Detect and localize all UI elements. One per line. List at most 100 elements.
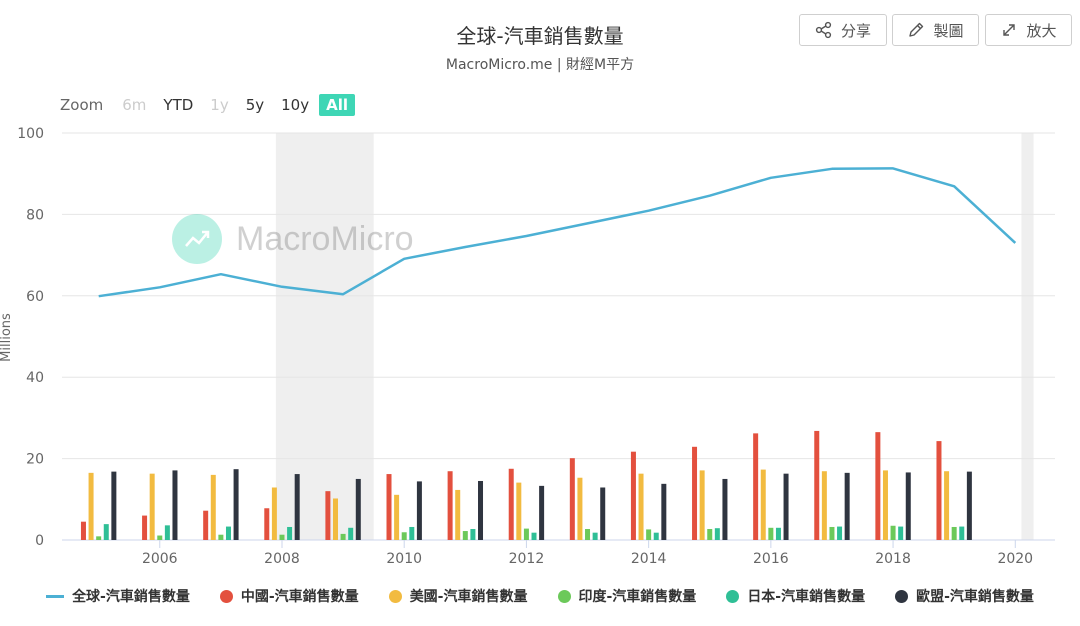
- bar-usa: [760, 469, 766, 540]
- bar-eu: [966, 471, 972, 540]
- y-tick-label: 80: [26, 207, 44, 223]
- bar-eu: [111, 471, 117, 540]
- x-tick-label: 2018: [875, 551, 911, 567]
- x-tick-label: 2012: [509, 551, 545, 567]
- bar-china: [203, 510, 209, 540]
- bar-china: [630, 451, 636, 540]
- bar-india: [96, 536, 102, 540]
- bar-japan: [775, 527, 781, 540]
- bar-india: [646, 529, 652, 540]
- bar-usa: [699, 470, 705, 540]
- bar-china: [508, 468, 514, 540]
- legend-item-global[interactable]: 全球-汽車銷售數量: [46, 586, 190, 606]
- bar-eu: [905, 472, 911, 540]
- bar-eu: [661, 483, 667, 540]
- bar-usa: [516, 482, 522, 540]
- chart-plot: 0 20 40 60 80 100 2006 2008 2010 2012 2014 2016 2018…: [17, 126, 1055, 567]
- bar-japan: [348, 527, 354, 540]
- x-tick-label: 2014: [631, 551, 667, 567]
- x-tick-label: 2010: [386, 551, 422, 567]
- bar-china: [264, 508, 270, 540]
- bar-china: [386, 474, 392, 540]
- bar-china: [142, 515, 148, 540]
- legend-label-usa: 美國-汽車銷售數量: [409, 589, 528, 605]
- bar-india: [829, 526, 835, 540]
- bar-usa: [455, 489, 461, 540]
- legend-swatch-india: [557, 589, 571, 603]
- x-tick-label: 2008: [264, 551, 300, 567]
- bar-usa: [944, 471, 950, 540]
- y-tick-label: 100: [17, 126, 44, 142]
- bar-japan: [592, 532, 598, 540]
- legend-swatch-japan: [726, 589, 740, 603]
- bar-japan: [959, 526, 965, 540]
- bar-india: [279, 534, 285, 540]
- bar-eu: [294, 474, 300, 540]
- bar-usa: [882, 470, 888, 540]
- bar-eu: [233, 469, 239, 540]
- bar-india: [951, 526, 957, 540]
- bar-eu: [722, 478, 728, 540]
- bar-usa: [210, 474, 216, 540]
- bar-japan: [531, 532, 537, 540]
- bar-eu: [478, 480, 484, 540]
- bar-india: [462, 531, 468, 540]
- legend-item-usa[interactable]: 美國-汽車銷售數量: [388, 586, 528, 606]
- legend-label-india: 印度-汽車銷售數量: [578, 589, 697, 605]
- bar-india: [523, 528, 529, 540]
- legend-swatch-china: [219, 589, 233, 603]
- legend-label-global: 全球-汽車銷售數量: [72, 589, 190, 605]
- bar-china: [569, 458, 575, 540]
- y-axis-label: Millions: [0, 313, 14, 362]
- bar-india: [157, 535, 163, 540]
- legend-label-eu: 歐盟-汽車銷售數量: [916, 589, 1034, 605]
- bar-japan: [714, 528, 720, 540]
- y-tick-label: 0: [35, 533, 44, 549]
- bar-usa: [577, 477, 583, 540]
- bar-eu: [844, 472, 850, 540]
- bar-china: [814, 430, 820, 540]
- bar-japan: [837, 526, 843, 540]
- bar-india: [401, 532, 407, 540]
- bar-japan: [653, 532, 659, 540]
- legend-label-japan: 日本-汽車銷售數量: [747, 589, 866, 605]
- bar-usa: [394, 494, 400, 540]
- y-tick-label: 20: [26, 452, 44, 468]
- bar-china: [753, 433, 759, 540]
- x-tick-label: 2016: [753, 551, 789, 567]
- bar-india: [585, 529, 591, 540]
- legend-item-japan[interactable]: 日本-汽車銷售數量: [726, 586, 865, 606]
- bar-india: [218, 534, 224, 540]
- bar-japan: [470, 529, 476, 540]
- legend-item-eu[interactable]: 歐盟-汽車銷售數量: [895, 586, 1034, 606]
- bar-china: [936, 441, 942, 540]
- legend-swatch-eu: [895, 589, 909, 603]
- bar-japan: [225, 526, 231, 540]
- bar-eu: [416, 481, 422, 540]
- bar-eu: [600, 487, 606, 540]
- bar-usa: [638, 473, 644, 540]
- bar-japan: [103, 524, 109, 540]
- legend-item-india[interactable]: 印度-汽車銷售數量: [557, 586, 697, 606]
- bar-india: [340, 533, 346, 540]
- bar-china: [875, 432, 881, 540]
- bar-japan: [287, 526, 293, 540]
- x-tick-label: 2006: [142, 551, 178, 567]
- bar-china: [447, 471, 453, 540]
- bar-india: [768, 527, 774, 540]
- x-tick-label: 2020: [997, 551, 1033, 567]
- bar-japan: [164, 525, 170, 540]
- bar-usa: [88, 472, 94, 540]
- legend: 全球-汽車銷售數量 中國-汽車銷售數量 美國-汽車銷售數量 印度-汽車銷售數量 …: [0, 586, 1080, 606]
- bar-china: [80, 521, 86, 540]
- line-global: [98, 167, 1017, 298]
- bar-japan: [409, 526, 415, 540]
- bar-usa: [149, 473, 155, 540]
- bar-india: [707, 529, 713, 540]
- bar-usa: [271, 487, 277, 540]
- bar-china: [325, 491, 331, 540]
- bar-eu: [783, 473, 789, 540]
- legend-item-china[interactable]: 中國-汽車銷售數量: [219, 586, 359, 606]
- y-tick-label: 40: [26, 370, 44, 386]
- bar-china: [692, 446, 698, 540]
